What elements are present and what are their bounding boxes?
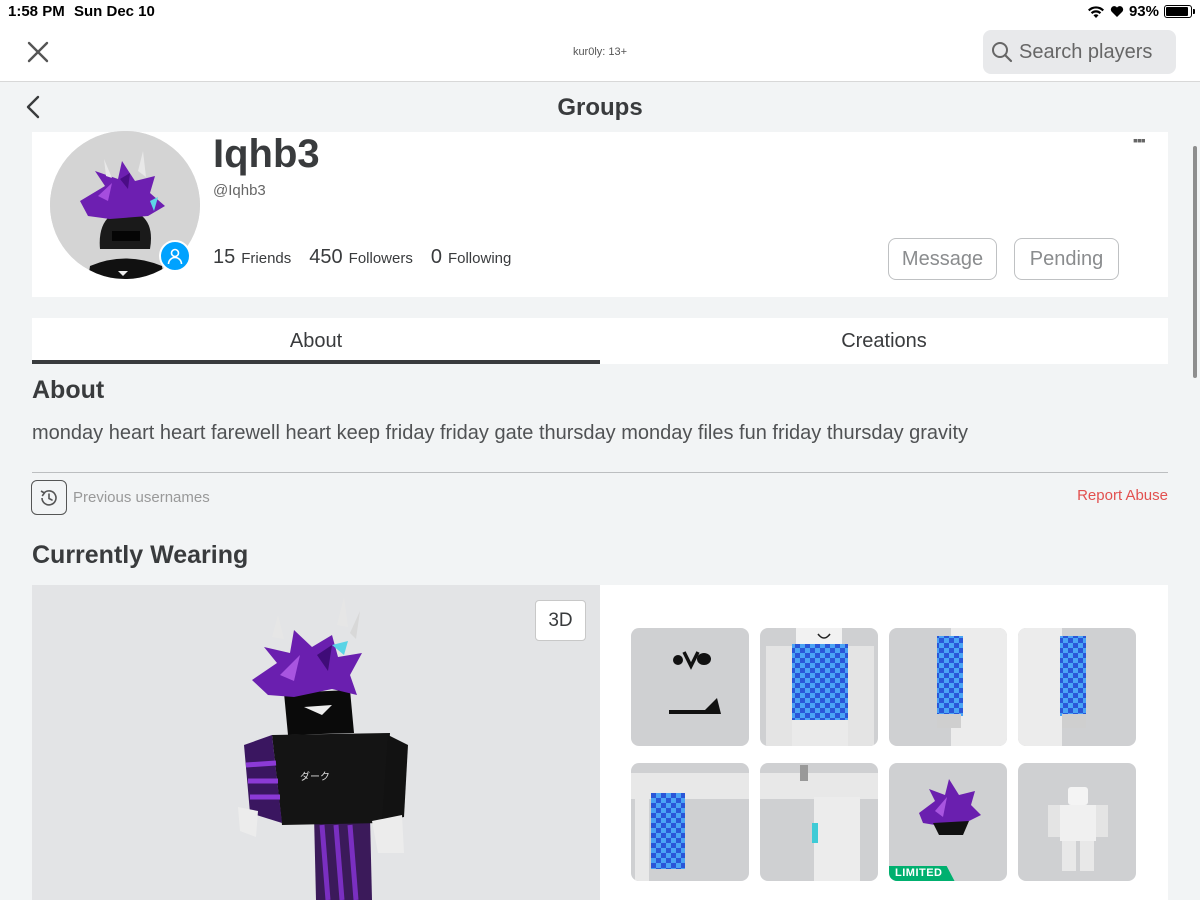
followers-count: 450 (309, 246, 343, 268)
friends-count: 15 (213, 246, 236, 268)
tab-about[interactable]: About (32, 318, 600, 364)
wifi-icon (1087, 5, 1104, 18)
display-name: Iqhb3 (213, 132, 320, 176)
about-heading: About (32, 376, 105, 404)
face-icon (669, 651, 721, 714)
report-abuse-link[interactable]: Report Abuse (1077, 487, 1168, 504)
battery-icon (1164, 5, 1195, 18)
search-input[interactable] (1019, 40, 1169, 64)
wearing-items-panel: LIMITED (600, 585, 1168, 900)
checkered-shirt-icon (766, 628, 874, 746)
about-divider (32, 472, 1168, 473)
checkered-leg-icon (631, 773, 749, 881)
page-title: Groups (557, 94, 643, 121)
heart-icon (1110, 6, 1124, 17)
shirt-item[interactable] (760, 628, 878, 746)
face-item[interactable] (631, 628, 749, 746)
search-box[interactable] (983, 30, 1176, 74)
hair-item[interactable]: LIMITED (889, 763, 1007, 881)
top-bar: kur0ly: 13+ (0, 24, 1200, 82)
leg-item[interactable] (631, 763, 749, 881)
arm-accessory-item[interactable] (760, 763, 878, 881)
status-date: Sun Dec 10 (74, 3, 155, 20)
svg-text:ダーク: ダーク (300, 770, 330, 783)
avatar-viewer[interactable]: ダーク 3D (32, 585, 600, 900)
about-description: monday heart heart farewell heart keep f… (32, 422, 969, 444)
tab-creations[interactable]: Creations (600, 318, 1168, 364)
profile-tabs: About Creations (32, 318, 1168, 364)
search-icon (992, 42, 1013, 63)
clock-history-icon (40, 489, 57, 506)
previous-usernames-link[interactable]: Previous usernames (73, 489, 210, 506)
checkered-left-arm-icon (937, 628, 1007, 746)
username: @Iqhb3 (213, 182, 266, 199)
more-options-icon[interactable]: ▪▪▪ (1133, 132, 1146, 148)
pending-button[interactable]: Pending (1014, 238, 1119, 280)
followers-stat[interactable]: 450 Followers (309, 246, 413, 269)
page-header: Groups (0, 82, 1200, 132)
status-bar: 1:58 PM Sun Dec 10 93% (0, 0, 1200, 24)
message-button[interactable]: Message (888, 238, 997, 280)
friends-stat[interactable]: 15 Friends (213, 246, 291, 269)
purple-hair-icon (919, 779, 981, 835)
friends-label: Friends (241, 250, 292, 267)
profile-stats: 15 Friends 450 Followers 0 Following (213, 246, 511, 269)
currently-wearing-heading: Currently Wearing (32, 541, 249, 569)
status-time: 1:58 PM (8, 3, 65, 20)
following-stat[interactable]: 0 Following (431, 246, 512, 269)
followers-label: Followers (348, 250, 413, 267)
status-right: 93% (1087, 3, 1195, 20)
scrollbar[interactable] (1193, 146, 1197, 378)
following-label: Following (447, 250, 512, 267)
limited-badge: LIMITED (889, 866, 955, 881)
profile-card: Iqhb3 @Iqhb3 15 Friends 450 Followers 0 Fol… (32, 131, 1168, 297)
arm-accessory-icon (760, 765, 878, 881)
avatar-body-icon (1048, 787, 1108, 871)
following-count: 0 (430, 246, 442, 268)
view-mode-3d-button[interactable]: 3D (535, 600, 586, 641)
checkered-right-arm-icon (1018, 628, 1086, 746)
user-badge (159, 240, 191, 272)
body-item[interactable] (1018, 763, 1136, 881)
left-arm-item[interactable] (889, 628, 1007, 746)
person-icon (167, 248, 183, 265)
right-arm-item[interactable] (1018, 628, 1136, 746)
avatar-full-body-image: ダーク (238, 597, 408, 900)
battery-percent: 93% (1128, 3, 1159, 20)
history-icon[interactable] (31, 480, 67, 515)
